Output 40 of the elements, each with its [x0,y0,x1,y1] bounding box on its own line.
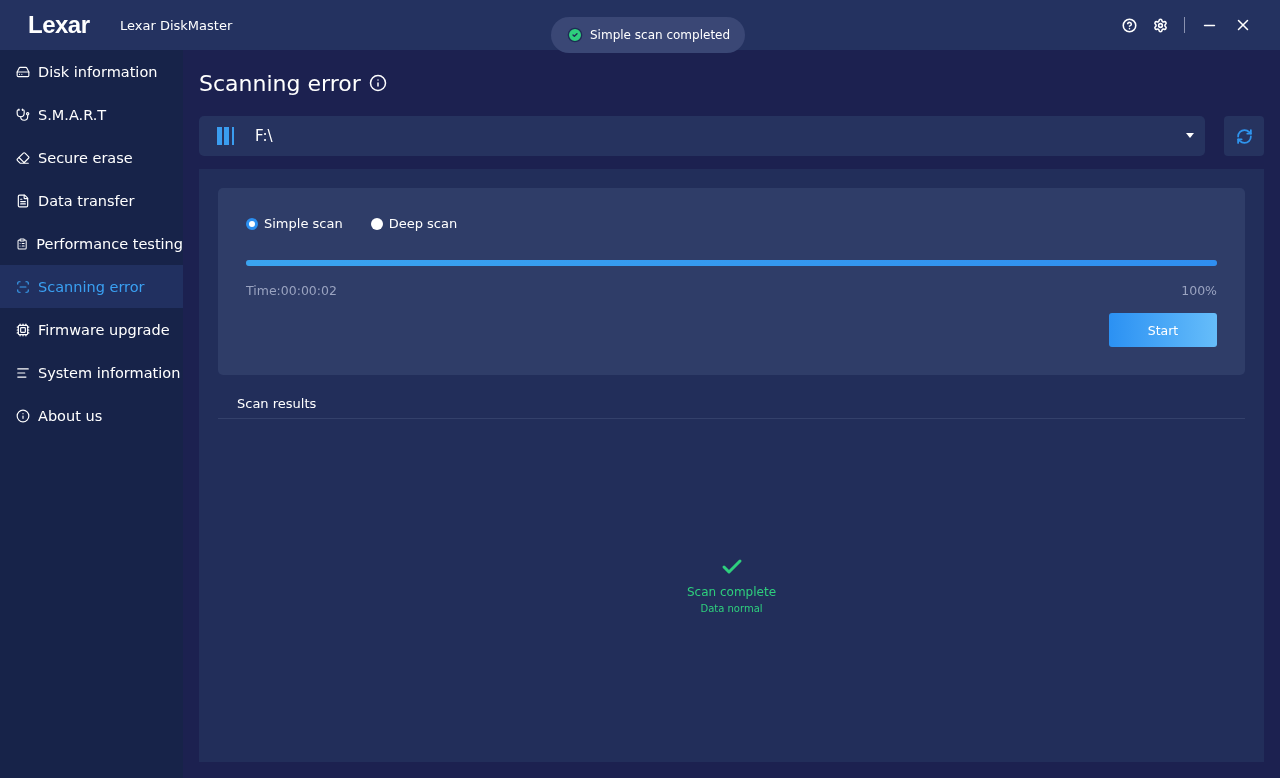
scan-mode-radio[interactable]: Deep scan [370,216,458,231]
document-icon [16,193,30,208]
elapsed-time: Time:00:00:02 [246,283,337,298]
settings-icon[interactable] [1153,17,1168,33]
sidebar-item[interactable]: Disk information [0,50,183,93]
chip-icon [16,322,30,337]
scan-status: Scan complete [686,585,776,599]
sidebar-item[interactable]: Secure erase [0,136,183,179]
sidebar-item[interactable]: About us [0,394,183,437]
scan-mode-radio[interactable]: Simple scan [246,216,343,231]
drive-select[interactable]: F:\ [199,116,1205,156]
sidebar-item[interactable]: S.M.A.R.T [0,93,183,136]
scan-icon [16,279,30,294]
page-title: Scanning error [199,70,361,96]
info-icon [16,408,30,423]
progress-percent: 100% [1181,283,1217,298]
sidebar-item[interactable]: Scanning error [0,265,183,308]
help-icon[interactable] [1122,17,1137,33]
sidebar-item[interactable]: System information [0,351,183,394]
sidebar-item[interactable]: Firmware upgrade [0,308,183,351]
results-heading: Scan results [218,375,1245,419]
scan-detail: Data normal [700,603,763,614]
app-title: Lexar DiskMaster [120,17,233,33]
toast-text: Simple scan completed [590,28,731,42]
refresh-button[interactable] [1224,116,1264,156]
radio-dot-icon[interactable] [370,217,383,230]
clipboard-icon [16,236,29,251]
eraser-icon [16,150,30,165]
radio-dot-icon[interactable] [246,217,258,230]
check-circle-icon [567,27,583,43]
dropdown-caret-icon [1185,133,1195,139]
drive-icon [16,64,30,79]
logo: Lexar [28,11,91,39]
sidebar-item[interactable]: Data transfer [0,179,183,222]
refresh-icon [1235,127,1253,145]
stethoscope-icon [16,107,30,122]
info-icon[interactable] [368,74,387,92]
drive-bars-icon [217,126,237,146]
sidebar-item[interactable]: Performance testing [0,222,183,265]
list-icon [16,365,30,380]
